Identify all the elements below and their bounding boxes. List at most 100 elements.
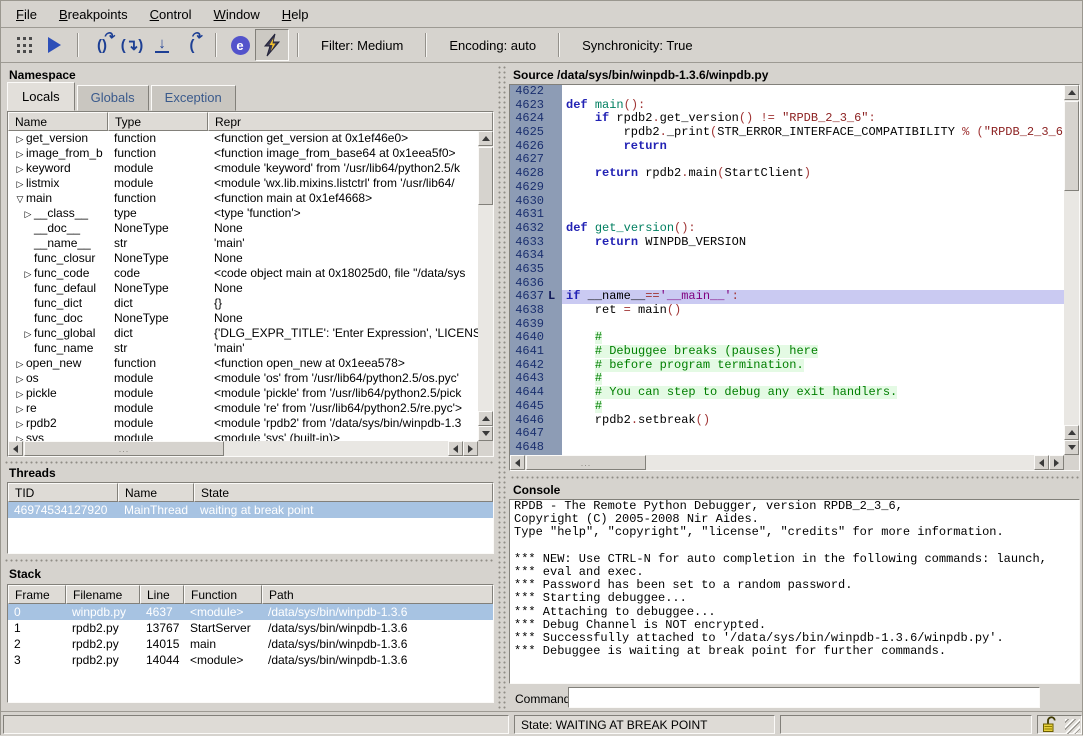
scroll-right-button[interactable] <box>1049 455 1064 470</box>
source-line[interactable]: 4640 # <box>510 331 1064 345</box>
column-header-frame[interactable]: Frame <box>8 585 66 604</box>
source-line[interactable]: 4648 <box>510 441 1064 455</box>
source-hscrollbar[interactable]: ... <box>510 455 1064 470</box>
source-line[interactable]: 4644 # You can step to debug any exit ha… <box>510 386 1064 400</box>
namespace-row[interactable]: ▷sysmodule<module 'sys' (built-in)> <box>8 431 478 441</box>
scroll-right-button[interactable] <box>463 441 478 456</box>
menu-item-file[interactable]: File <box>5 3 48 26</box>
source-line[interactable]: 4647 <box>510 427 1064 441</box>
step-over-button[interactable]: ()↷ <box>87 31 117 59</box>
namespace-row[interactable]: ▷open_newfunction<function open_new at 0… <box>8 356 478 371</box>
scroll-left-button[interactable] <box>448 441 463 456</box>
namespace-row[interactable]: ▷rpdb2module<module 'rpdb2' from '/data/… <box>8 416 478 431</box>
namespace-vscrollbar[interactable] <box>478 131 493 441</box>
namespace-row[interactable]: ▷__class__type<type 'function'> <box>8 206 478 221</box>
namespace-row[interactable]: __doc__NoneTypeNone <box>8 221 478 236</box>
source-console-splitter[interactable] <box>509 474 1080 479</box>
scroll-thumb[interactable] <box>478 147 493 205</box>
tree-collapsed-icon[interactable]: ▷ <box>14 372 26 386</box>
return-button[interactable]: (↷ <box>177 31 207 59</box>
encoding-indicator[interactable]: Encoding: auto <box>435 38 550 53</box>
synchronicity-indicator[interactable]: Synchronicity: True <box>568 38 707 53</box>
namespace-row[interactable]: ▷image_from_bfunction<function image_fro… <box>8 146 478 161</box>
main-vertical-splitter[interactable] <box>496 64 507 710</box>
source-line[interactable]: 4633 return WINPDB_VERSION <box>510 236 1064 250</box>
namespace-row[interactable]: ▷picklemodule<module 'pickle' from '/usr… <box>8 386 478 401</box>
source-line[interactable]: 4642 # before program termination. <box>510 359 1064 373</box>
scroll-down-button[interactable] <box>1064 440 1079 455</box>
source-line[interactable]: 4638 ret = main() <box>510 304 1064 318</box>
source-line[interactable]: 4622 <box>510 85 1064 99</box>
command-input[interactable] <box>568 687 1040 708</box>
namespace-row[interactable]: ▷func_codecode<code object main at 0x180… <box>8 266 478 281</box>
tab-exception[interactable]: Exception <box>151 85 236 111</box>
stack-frame-row[interactable]: 0winpdb.py4637<module>/data/sys/bin/winp… <box>8 604 493 620</box>
namespace-row[interactable]: func_closurNoneTypeNone <box>8 251 478 266</box>
stack-frame-row[interactable]: 3rpdb2.py14044<module>/data/sys/bin/winp… <box>8 652 493 668</box>
scroll-up-button[interactable] <box>1064 425 1079 440</box>
source-line[interactable]: 4645 # <box>510 400 1064 414</box>
go-button[interactable] <box>39 31 69 59</box>
namespace-hscrollbar[interactable]: ... <box>8 441 478 456</box>
source-line[interactable]: 4639 <box>510 318 1064 332</box>
namespace-row[interactable]: ▷get_versionfunction<function get_versio… <box>8 131 478 146</box>
resize-grip[interactable] <box>1065 719 1080 734</box>
namespace-row[interactable]: ▷remodule<module 're' from '/usr/lib64/p… <box>8 401 478 416</box>
source-line[interactable]: 4624 if rpdb2.get_version() != "RPDB_2_3… <box>510 112 1064 126</box>
tree-collapsed-icon[interactable]: ▷ <box>14 162 26 176</box>
column-header-tid[interactable]: TID <box>8 483 118 502</box>
scroll-up-button[interactable] <box>478 411 493 426</box>
source-line[interactable]: 4630 <box>510 195 1064 209</box>
column-header-repr[interactable]: Repr <box>208 112 493 131</box>
encoding-toggle-button[interactable]: e <box>225 31 255 59</box>
source-line[interactable]: 4635 <box>510 263 1064 277</box>
scroll-left-button[interactable] <box>510 455 525 470</box>
namespace-row[interactable]: ▷func_globaldict{'DLG_EXPR_TITLE': 'Ente… <box>8 326 478 341</box>
tree-collapsed-icon[interactable]: ▷ <box>14 147 26 161</box>
source-line[interactable]: 4628 return rpdb2.main(StartClient) <box>510 167 1064 181</box>
menu-item-breakpoints[interactable]: Breakpoints <box>48 3 139 26</box>
namespace-row[interactable]: __name__str'main' <box>8 236 478 251</box>
step-into-button[interactable]: (↴) <box>117 31 147 59</box>
namespace-row[interactable]: ▷listmixmodule<module 'wx.lib.mixins.lis… <box>8 176 478 191</box>
source-line[interactable]: 4634 <box>510 249 1064 263</box>
namespace-threads-splitter[interactable] <box>3 459 495 464</box>
column-header-path[interactable]: Path <box>262 585 493 604</box>
namespace-row[interactable]: ▽mainfunction<function main at 0x1ef4668… <box>8 191 478 206</box>
stack-frame-row[interactable]: 2rpdb2.py14015main/data/sys/bin/winpdb-1… <box>8 636 493 652</box>
source-line[interactable]: 4631 <box>510 208 1064 222</box>
column-header-name[interactable]: Name <box>8 112 108 131</box>
column-header-line[interactable]: Line <box>140 585 184 604</box>
tree-collapsed-icon[interactable]: ▷ <box>14 387 26 401</box>
scroll-left-button[interactable] <box>1034 455 1049 470</box>
tree-collapsed-icon[interactable]: ▷ <box>14 177 26 191</box>
namespace-row[interactable]: func_defaulNoneTypeNone <box>8 281 478 296</box>
column-header-filename[interactable]: Filename <box>66 585 140 604</box>
namespace-row[interactable]: ▷keywordmodule<module 'keyword' from '/u… <box>8 161 478 176</box>
source-line[interactable]: 4627 <box>510 153 1064 167</box>
tree-collapsed-icon[interactable]: ▷ <box>22 327 34 341</box>
stack-frame-row[interactable]: 1rpdb2.py13767StartServer/data/sys/bin/w… <box>8 620 493 636</box>
namespace-row[interactable]: func_dictdict{} <box>8 296 478 311</box>
source-line[interactable]: 4623def main(): <box>510 99 1064 113</box>
tab-locals[interactable]: Locals <box>7 82 75 111</box>
menu-item-control[interactable]: Control <box>139 3 203 26</box>
source-line[interactable]: 4629 <box>510 181 1064 195</box>
namespace-row[interactable]: func_docNoneTypeNone <box>8 311 478 326</box>
console-output[interactable]: RPDB - The Remote Python Debugger, versi… <box>509 499 1080 684</box>
scroll-thumb[interactable]: ... <box>24 441 224 456</box>
namespace-row[interactable]: ▷osmodule<module 'os' from '/usr/lib64/p… <box>8 371 478 386</box>
tree-expanded-icon[interactable]: ▽ <box>14 192 26 206</box>
source-vscrollbar[interactable] <box>1064 85 1079 455</box>
tree-collapsed-icon[interactable]: ▷ <box>14 417 26 431</box>
tree-collapsed-icon[interactable]: ▷ <box>22 267 34 281</box>
source-line[interactable]: 4646 rpdb2.setbreak() <box>510 414 1064 428</box>
menu-item-window[interactable]: Window <box>203 3 271 26</box>
column-header-function[interactable]: Function <box>184 585 262 604</box>
threads-stack-splitter[interactable] <box>3 557 495 562</box>
tree-collapsed-icon[interactable]: ▷ <box>14 132 26 146</box>
namespace-row[interactable]: func_namestr'main' <box>8 341 478 356</box>
source-view[interactable]: 4622 4623def main():4624 if rpdb2.get_ve… <box>509 84 1080 471</box>
column-header-state[interactable]: State <box>194 483 493 502</box>
thread-row[interactable]: 46974534127920MainThreadwaiting at break… <box>8 502 493 518</box>
